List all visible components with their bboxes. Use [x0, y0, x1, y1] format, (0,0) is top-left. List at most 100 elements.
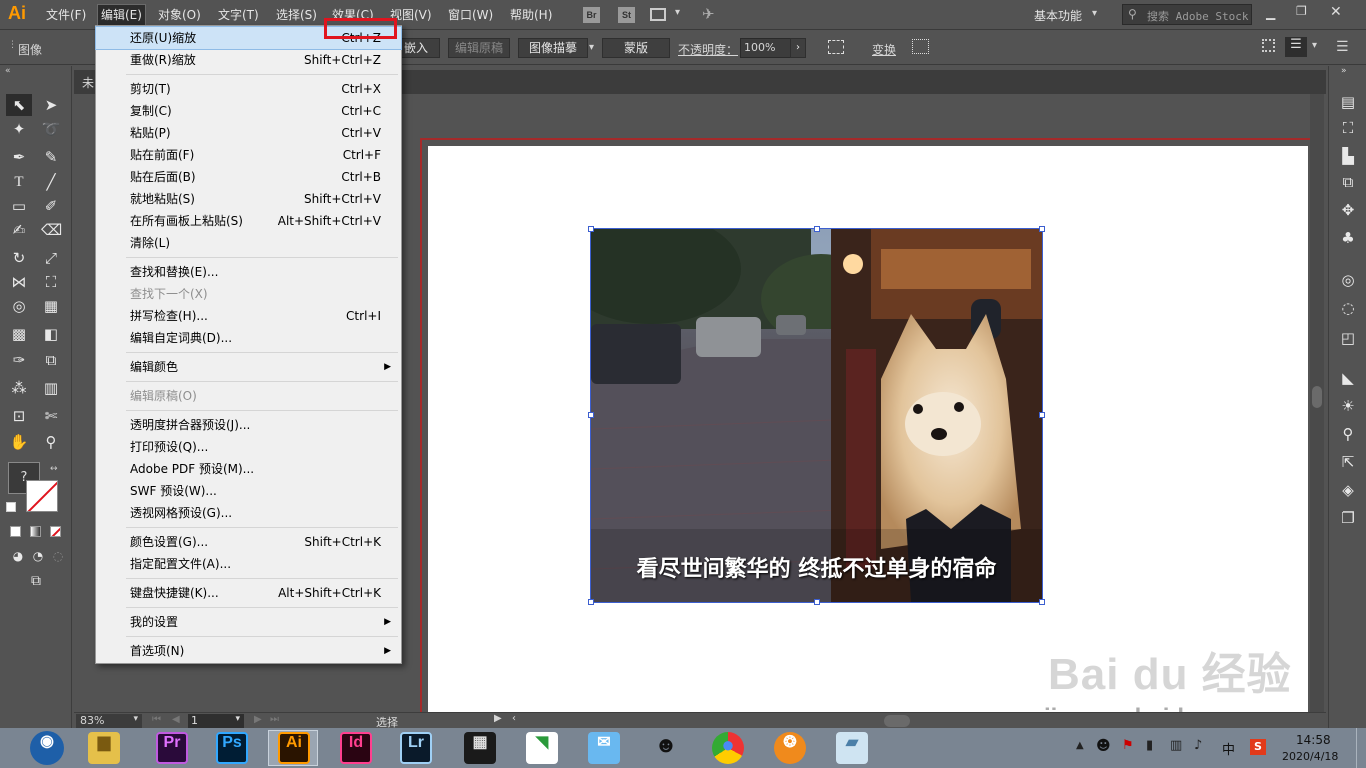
- image-trace-button[interactable]: 图像描摹: [518, 38, 588, 58]
- default-colors-icon[interactable]: [6, 502, 16, 512]
- arrange-grid-icon[interactable]: [1262, 39, 1275, 52]
- rectangle-tool-icon[interactable]: ▭: [9, 196, 29, 216]
- swap-colors-icon[interactable]: ↔: [50, 464, 58, 474]
- file-explorer-icon[interactable]: ▆: [88, 732, 120, 764]
- width-tool-icon[interactable]: ⋈: [9, 272, 29, 292]
- blend-tool-icon[interactable]: ⧉: [41, 350, 61, 370]
- previous-page-icon[interactable]: ◀: [172, 714, 180, 725]
- edit-menu-item[interactable]: 贴在后面(B) Ctrl+B: [96, 166, 401, 188]
- stroke-panel-icon[interactable]: ◌: [1338, 298, 1358, 318]
- color-panel-icon[interactable]: ☀: [1338, 396, 1358, 416]
- draw-inside-icon[interactable]: ◌: [48, 546, 68, 566]
- curvature-tool-icon[interactable]: ✎: [41, 147, 61, 167]
- bounding-box-handle[interactable]: [1039, 412, 1045, 418]
- show-desktop-button[interactable]: [1356, 728, 1366, 768]
- zoom-tool-icon[interactable]: ⚲: [41, 432, 61, 452]
- edit-menu-item[interactable]: 粘贴(P) Ctrl+V: [96, 122, 401, 144]
- eyedropper-tool-icon[interactable]: ✑: [9, 350, 29, 370]
- flyout-menu-icon[interactable]: ☰: [1336, 39, 1349, 55]
- magic-wand-tool-icon[interactable]: ✦: [9, 119, 29, 139]
- align-to-icon[interactable]: [828, 40, 844, 54]
- edit-menu-item[interactable]: 查找下一个(X): [96, 283, 401, 305]
- gradient-tool-icon[interactable]: ◧: [41, 324, 61, 344]
- edit-menu-item[interactable]: 就地粘贴(S) Shift+Ctrl+V: [96, 188, 401, 210]
- edit-menu-item[interactable]: 透明度拼合器预设(J)...: [96, 414, 401, 436]
- restore-icon[interactable]: ❐: [1296, 4, 1307, 18]
- edit-menu-item[interactable]: 指定配置文件(A)...: [96, 553, 401, 575]
- video-editor-icon[interactable]: ▦: [464, 732, 496, 764]
- edit-menu-item[interactable]: SWF 预设(W)...: [96, 480, 401, 502]
- start-orb-icon[interactable]: ◉: [30, 731, 64, 765]
- edit-menu-item[interactable]: 我的设置 ▶: [96, 611, 401, 633]
- gpu-rocket-icon[interactable]: ✈: [702, 5, 715, 23]
- illustrator-app-icon[interactable]: Ai: [278, 732, 310, 764]
- lightroom-app-icon[interactable]: Lr: [400, 732, 432, 764]
- draw-behind-icon[interactable]: ◔: [28, 546, 48, 566]
- clock-date[interactable]: 2020/4/18: [1282, 750, 1338, 763]
- bounding-box-handle[interactable]: [588, 412, 594, 418]
- first-page-icon[interactable]: ⏮: [152, 714, 161, 725]
- menu-type[interactable]: 文字(T): [218, 6, 259, 23]
- green-app-icon[interactable]: ◥: [526, 732, 558, 764]
- minimize-icon[interactable]: ▁: [1266, 6, 1275, 20]
- mesh-tool-icon[interactable]: ▩: [9, 324, 29, 344]
- edit-menu-item[interactable]: 编辑原稿(O): [96, 385, 401, 407]
- stock-button[interactable]: St: [618, 7, 635, 23]
- workspace-switcher[interactable]: 基本功能: [1034, 7, 1082, 24]
- qq-app-icon[interactable]: ☻: [650, 732, 682, 764]
- bounding-box-handle[interactable]: [588, 599, 594, 605]
- expand-panels-icon[interactable]: »: [1341, 66, 1347, 76]
- symbol-sprayer-tool-icon[interactable]: ⁂: [9, 378, 29, 398]
- chrome-app-icon[interactable]: ●: [712, 732, 744, 764]
- hand-tool-icon[interactable]: ✋: [9, 432, 29, 452]
- selection-tool-icon[interactable]: ⬉: [9, 95, 29, 115]
- menu-file[interactable]: 文件(F): [46, 6, 86, 23]
- last-page-icon[interactable]: ⏭: [270, 714, 279, 725]
- messenger-app-icon[interactable]: ✉: [588, 732, 620, 764]
- notes-app-icon[interactable]: ▰: [836, 732, 868, 764]
- status-menu-icon[interactable]: ▶: [494, 713, 502, 724]
- collapse-icon[interactable]: «: [5, 66, 11, 76]
- layers-panel-icon[interactable]: ◈: [1338, 480, 1358, 500]
- fox-app-icon[interactable]: ❂: [774, 732, 806, 764]
- perspective-grid-tool-icon[interactable]: ▦: [41, 296, 61, 316]
- edit-menu-item[interactable]: 查找和替换(E)...: [96, 261, 401, 283]
- stroke-swatch[interactable]: [26, 480, 58, 512]
- eraser-tool-icon[interactable]: ⌫: [41, 220, 62, 240]
- menu-object[interactable]: 对象(O): [158, 6, 201, 23]
- network-tray-icon[interactable]: ▥: [1170, 738, 1182, 753]
- clock-time[interactable]: 14:58: [1296, 733, 1331, 747]
- edit-menu-item[interactable]: 颜色设置(G)... Shift+Ctrl+K: [96, 531, 401, 553]
- mask-button[interactable]: 蒙版: [602, 38, 670, 58]
- edit-menu-item[interactable]: 拼写检查(H)... Ctrl+I: [96, 305, 401, 327]
- security-tray-icon[interactable]: ⚑: [1122, 738, 1134, 753]
- edit-menu-item[interactable]: 复制(C) Ctrl+C: [96, 100, 401, 122]
- bounding-box-handle[interactable]: [1039, 226, 1045, 232]
- sogou-tray-icon[interactable]: S: [1250, 739, 1266, 755]
- transform-panel-icon[interactable]: ⛶: [1338, 118, 1358, 138]
- image-trace-panel-icon[interactable]: ⚲: [1338, 424, 1358, 444]
- paintbrush-tool-icon[interactable]: ✐: [41, 196, 61, 216]
- zoom-select[interactable]: 83% ▾: [76, 714, 142, 728]
- menu-help[interactable]: 帮助(H): [510, 6, 552, 23]
- lasso-tool-icon[interactable]: ➰: [41, 119, 61, 139]
- puppet-panel-icon[interactable]: ✥: [1338, 200, 1358, 220]
- transform-link[interactable]: 变换: [872, 41, 896, 58]
- edit-menu-item[interactable]: 剪切(T) Ctrl+X: [96, 78, 401, 100]
- document-tab[interactable]: 未: [82, 74, 94, 91]
- properties-panel-icon[interactable]: ▤: [1338, 92, 1358, 112]
- photoshop-app-icon[interactable]: Ps: [216, 732, 248, 764]
- edit-menu-item[interactable]: 清除(L): [96, 232, 401, 254]
- horizontal-scrollbar-thumb[interactable]: [884, 715, 910, 727]
- menu-select[interactable]: 选择(S): [276, 6, 317, 23]
- bounding-box-handle[interactable]: [814, 599, 820, 605]
- vertical-scrollbar[interactable]: [1310, 94, 1324, 712]
- edit-menu-item[interactable]: 首选项(N) ▶: [96, 640, 401, 662]
- slice-tool-icon[interactable]: ✄: [41, 406, 61, 426]
- arrange-documents-icon[interactable]: [650, 8, 666, 21]
- stock-search-input[interactable]: ⚲ 搜索 Adobe Stock: [1122, 4, 1252, 25]
- placed-image[interactable]: 看尽世间繁华的 终抵不过单身的宿命: [590, 228, 1043, 603]
- chevron-down-icon[interactable]: ▾: [1312, 40, 1317, 51]
- next-page-icon[interactable]: ▶: [254, 714, 262, 725]
- edit-menu-item[interactable]: 编辑颜色 ▶: [96, 356, 401, 378]
